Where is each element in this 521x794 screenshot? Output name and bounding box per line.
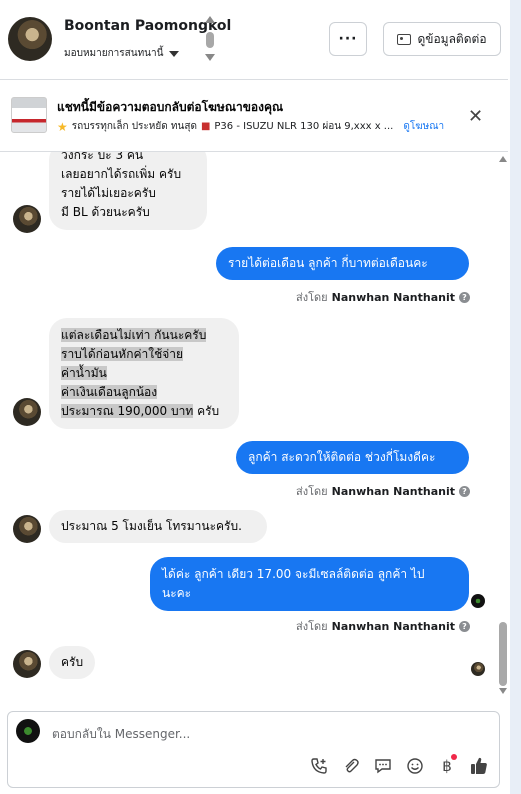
contact-card-icon (397, 33, 412, 45)
page-avatar (16, 719, 40, 743)
highlighted-text: ราบได้ก่อนหักค่าใช้จ่าย (61, 347, 184, 361)
notification-dot (451, 754, 457, 760)
incoming-message[interactable]: แต่ละเดือนไม่เท่า กันนะครับ ราบได้ก่อนหั… (49, 318, 239, 429)
sent-by-prefix: ส่งโดย (296, 291, 328, 304)
customer-avatar[interactable] (13, 205, 41, 233)
more-icon: ··· (338, 31, 358, 47)
ad-subtitle-text: รถบรรทุกเล็ก ประหยัด ทนสุด (71, 121, 197, 132)
message-line: วิงกระ บะ 3 คัน (61, 152, 144, 162)
incoming-message[interactable]: ครับ (49, 646, 95, 679)
page-avatar (471, 594, 485, 608)
highlighted-text: แต่ละเดือนไม่เท่า กันนะครับ (61, 328, 207, 342)
message-text: ลูกค้า สะดวกให้ติดต่อ ช่วงกี่โมงดีคะ (248, 450, 436, 464)
sent-by-label: ส่งโดย Nanwhan Nanthanit ? (296, 288, 470, 306)
header-scrollbar[interactable] (204, 16, 216, 64)
seen-receipt-avatar (471, 662, 485, 676)
ad-reply-banner: แชทนี้มีข้อความตอบกลับต่อโฆษณาของคุณ ★ ร… (0, 80, 508, 152)
sent-by-label: ส่งโดย Nanwhan Nanthanit ? (296, 482, 470, 500)
customer-avatar[interactable] (13, 515, 41, 543)
help-icon[interactable]: ? (459, 485, 470, 497)
like-icon[interactable] (469, 756, 489, 776)
paperclip-icon[interactable] (341, 756, 361, 776)
window-edge (510, 0, 521, 794)
message-line: ราบได้ก่อนหักค่าใช้จ่าย (61, 345, 227, 364)
outgoing-message[interactable]: รายได้ต่อเดือน ลูกค้า กี่บาทต่อเดือนคะ (216, 247, 469, 280)
baht-icon[interactable]: ฿ (437, 754, 457, 776)
customer-avatar[interactable] (13, 650, 41, 678)
sender-name: Nanwhan Nanthanit (331, 619, 455, 633)
more-options-button[interactable]: ··· (329, 22, 367, 56)
message-line: ได้ค่ะ ลูกค้า เดียว 17.00 จะมีเซลล์ติดต่… (162, 567, 425, 581)
incoming-message[interactable]: วิงกระ บะ 3 คัน เลยอยากได้รถเพิ่ม ครับ ร… (49, 152, 207, 230)
composer-toolbar: ฿ (309, 754, 489, 776)
message-text: ครับ (61, 655, 84, 669)
emoji-icon[interactable] (405, 756, 425, 776)
scroll-up-icon[interactable] (205, 16, 215, 23)
ad-subtitle-detail: P36 - ISUZU NLR 130 ผ่อน 9,xxx x ... (214, 121, 394, 132)
outgoing-message[interactable]: ได้ค่ะ ลูกค้า เดียว 17.00 จะมีเซลล์ติดต่… (150, 557, 469, 611)
message-line: แต่ละเดือนไม่เท่า กันนะครับ (61, 326, 227, 345)
message-line: รายได้ไม่เยอะครับ (61, 186, 156, 200)
chat-scrollbar[interactable] (497, 152, 509, 700)
conversation-header: Boontan Paomongkol มอบหมายการสนทนานี้ ··… (0, 0, 508, 80)
sent-by-prefix: ส่งโดย (296, 620, 328, 633)
message-line: ค่าเงินเดือนลูกน้อง (61, 383, 227, 402)
highlighted-text: ประมารณ 190,000 บาท (61, 404, 194, 418)
sent-by-prefix: ส่งโดย (296, 485, 328, 498)
sender-name: Nanwhan Nanthanit (331, 484, 455, 498)
outgoing-message[interactable]: ลูกค้า สะดวกให้ติดต่อ ช่วงกี่โมงดีคะ (236, 441, 469, 474)
phone-plus-icon[interactable] (309, 756, 329, 776)
scroll-down-icon[interactable] (499, 688, 507, 694)
scroll-down-icon[interactable] (205, 54, 215, 61)
help-icon[interactable]: ? (459, 620, 470, 632)
view-contact-info-button[interactable]: ดูข้อมูลติดต่อ (383, 22, 501, 56)
message-thread[interactable]: วิงกระ บะ 3 คัน เลยอยากได้รถเพิ่ม ครับ ร… (0, 152, 508, 702)
ad-banner-subtitle: ★ รถบรรทุกเล็ก ประหยัด ทนสุด ■ P36 - ISU… (57, 119, 444, 134)
message-line: ค่าน้ำมัน (61, 364, 227, 383)
incoming-message[interactable]: ประมาณ 5 โมงเย็น โทรมานะครับ. (49, 510, 267, 543)
ad-banner-title: แชทนี้มีข้อความตอบกลับต่อโฆษณาของคุณ (57, 100, 284, 114)
sender-name: Nanwhan Nanthanit (331, 290, 455, 304)
chevron-down-icon (169, 50, 180, 57)
scroll-up-icon[interactable] (499, 156, 507, 162)
customer-avatar[interactable] (13, 398, 41, 426)
highlighted-text: ค่าเงินเดือนลูกน้อง (61, 385, 158, 399)
message-line: ประมารณ 190,000 บาท ครับ (61, 402, 227, 421)
message-line: มี BL ด้วยนะครับ (61, 205, 150, 219)
highlighted-text: ค่าน้ำมัน (61, 366, 107, 380)
close-icon[interactable]: ✕ (468, 106, 483, 127)
scroll-thumb[interactable] (206, 32, 214, 48)
message-line: เลยอยากได้รถเพิ่ม ครับ (61, 167, 182, 181)
scroll-thumb[interactable] (499, 622, 507, 686)
message-text: ประมาณ 5 โมงเย็น โทรมานะครับ. (61, 519, 242, 533)
contact-info-label: ดูข้อมูลติดต่อ (417, 31, 487, 46)
help-icon[interactable]: ? (459, 291, 470, 303)
message-text: รายได้ต่อเดือน ลูกค้า กี่บาทต่อเดือนคะ (228, 256, 428, 270)
reply-composer[interactable]: ฿ (7, 711, 500, 788)
saved-reply-icon[interactable] (373, 756, 393, 776)
sent-by-label: ส่งโดย Nanwhan Nanthanit ? (296, 617, 470, 635)
star-icon: ★ (57, 119, 68, 134)
view-ad-link[interactable]: ดูโฆษณา (403, 119, 444, 134)
assign-conversation-dropdown[interactable]: มอบหมายการสนทนานี้ (64, 46, 180, 61)
assign-label: มอบหมายการสนทนานี้ (64, 48, 164, 59)
avatar[interactable] (8, 17, 52, 61)
message-line: นะคะ (162, 586, 192, 600)
truck-icon: ■ (200, 121, 211, 132)
message-text: ครับ (193, 404, 220, 418)
ad-thumbnail (11, 97, 47, 133)
reply-input[interactable] (52, 724, 472, 744)
